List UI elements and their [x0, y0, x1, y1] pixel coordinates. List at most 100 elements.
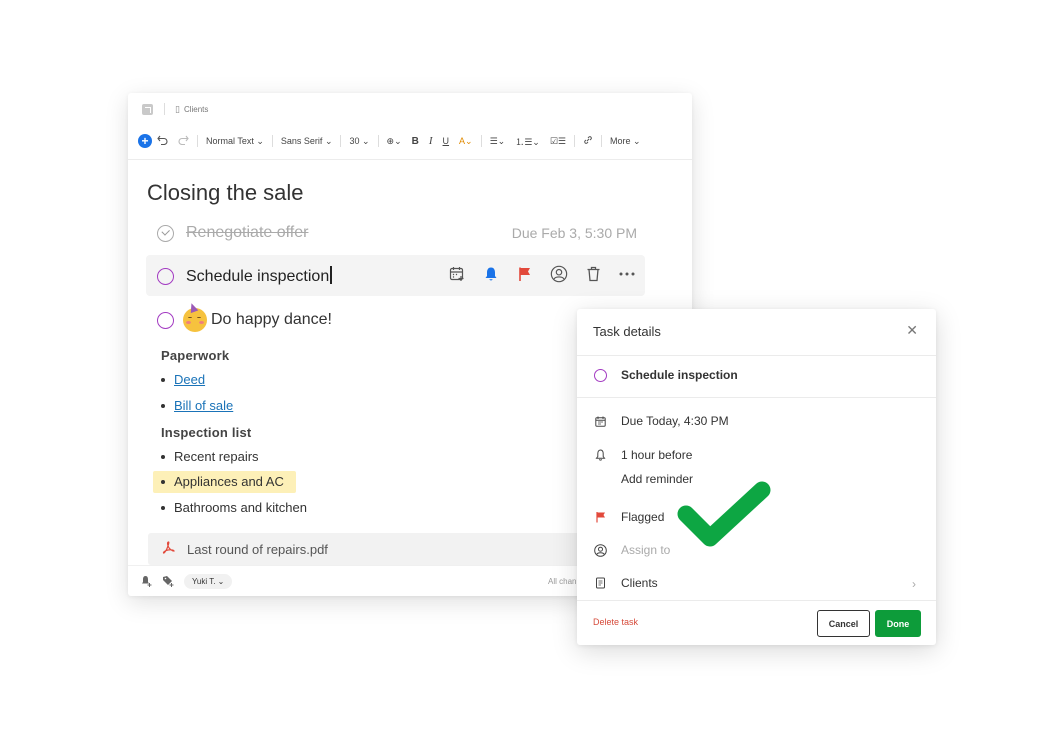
due-date-row[interactable]: Due Today, 4:30 PM — [593, 414, 729, 428]
font-family-dropdown[interactable]: Sans Serif ⌄ — [281, 136, 333, 147]
section-heading-paperwork: Paperwork — [161, 348, 230, 363]
reminder-row[interactable]: 1 hour before — [593, 448, 692, 462]
task-name-row[interactable]: Schedule inspection — [593, 368, 738, 382]
font-size-label: 30 — [349, 135, 360, 146]
expand-icon[interactable] — [142, 103, 153, 115]
task-item[interactable]: Do happy dance! — [157, 308, 332, 332]
bell-icon[interactable] — [482, 265, 500, 283]
insert-circle-icon[interactable]: ⊕⌄ — [387, 136, 402, 147]
bell-icon — [593, 448, 607, 462]
list-item-text: Bathrooms and kitchen — [174, 500, 307, 515]
insert-plus-icon[interactable]: + — [138, 134, 152, 148]
task-label: Schedule inspection — [186, 268, 330, 285]
list-item: Deed — [161, 372, 205, 387]
delete-task-button[interactable]: Delete task — [593, 617, 638, 627]
list-item-highlighted: Appliances and AC — [161, 474, 284, 489]
task-label: Renegotiate offer — [186, 224, 309, 241]
task-checkbox[interactable] — [157, 267, 174, 285]
assign-user-icon[interactable] — [550, 265, 568, 283]
emoji-eye — [197, 317, 201, 319]
chevron-right-icon[interactable]: › — [912, 577, 916, 591]
notebook-icon: ▯ — [175, 103, 180, 114]
task-actions — [448, 265, 636, 283]
list-item: Bathrooms and kitchen — [161, 500, 307, 515]
note-title[interactable]: Closing the sale — [147, 180, 304, 206]
highlight-icon[interactable]: A⌄ — [459, 136, 473, 147]
close-icon[interactable]: ✕ — [906, 322, 918, 339]
more-dropdown[interactable]: More ⌄ — [610, 136, 641, 147]
bullet-dot — [161, 377, 165, 382]
task-label: Do happy dance! — [211, 311, 332, 328]
emoji-cheek — [186, 321, 191, 324]
party-face-emoji-icon — [183, 308, 207, 332]
link-deed[interactable]: Deed — [174, 372, 205, 387]
divider — [377, 135, 379, 147]
completed-check-icon[interactable] — [157, 224, 174, 242]
panel-title: Task details — [593, 324, 661, 339]
text-style-dropdown[interactable]: Normal Text ⌄ — [206, 136, 264, 147]
circle-icon — [593, 368, 607, 382]
user-circle-icon — [593, 543, 607, 557]
divider — [577, 397, 936, 398]
divider — [480, 135, 482, 147]
flag-text: Flagged — [621, 510, 665, 524]
link-bill-of-sale[interactable]: Bill of sale — [174, 398, 233, 413]
bullet-dot — [161, 505, 165, 510]
toolbar-divider — [128, 159, 692, 160]
breadcrumb-notebook[interactable]: Clients — [184, 105, 208, 114]
bullet-list-icon[interactable]: ☰⌄ — [490, 136, 506, 147]
due-date-text: Due Today, 4:30 PM — [621, 414, 729, 428]
done-button[interactable]: Done — [875, 610, 921, 637]
section-heading-inspection: Inspection list — [161, 425, 252, 440]
calendar-add-icon[interactable] — [448, 265, 466, 283]
user-name: Yuki T. — [192, 576, 216, 586]
editor-topbar: ▯ Clients — [128, 93, 692, 125]
redo-icon[interactable] — [178, 135, 189, 147]
divider — [573, 135, 575, 147]
task-checkbox[interactable] — [157, 311, 174, 329]
link-icon[interactable] — [583, 135, 593, 147]
emoji-cheek — [199, 321, 204, 324]
bold-button[interactable]: B — [412, 136, 419, 147]
text-cursor — [330, 266, 332, 284]
tag-add-icon[interactable] — [162, 575, 174, 587]
task-due-date: Due Feb 3, 5:30 PM — [511, 225, 637, 241]
trash-icon[interactable] — [584, 265, 602, 283]
undo-icon[interactable] — [157, 135, 168, 147]
task-name: Schedule inspection — [621, 368, 738, 382]
attachment-name: Last round of repairs.pdf — [187, 541, 328, 557]
reminder-text: 1 hour before — [621, 448, 693, 462]
underline-button[interactable]: U — [443, 136, 450, 146]
task-item-active[interactable]: Schedule inspection — [157, 266, 332, 286]
calendar-icon — [593, 414, 607, 428]
divider — [577, 600, 936, 601]
reminder-add-icon[interactable] — [140, 575, 152, 587]
list-item: Bill of sale — [161, 398, 233, 413]
flag-row[interactable]: Flagged — [593, 510, 664, 524]
checklist-icon[interactable]: ☑☰ — [550, 136, 566, 147]
bullet-dot — [161, 403, 165, 408]
divider — [164, 103, 165, 115]
list-item: Recent repairs — [161, 449, 259, 464]
list-item-text: Appliances and AC — [174, 474, 284, 489]
user-chip[interactable]: Yuki T. ⌄ — [184, 573, 233, 589]
more-options-icon[interactable] — [618, 265, 636, 283]
more-label: More — [609, 135, 631, 146]
italic-button[interactable]: I — [429, 135, 433, 147]
notebook-row[interactable]: Clients — [593, 576, 658, 590]
checkmark-icon — [677, 481, 771, 547]
flag-icon — [593, 510, 607, 524]
notebook-icon — [593, 576, 607, 590]
notebook-name: Clients — [621, 576, 658, 590]
save-status: All chan — [548, 576, 577, 586]
divider — [271, 135, 273, 147]
font-size-dropdown[interactable]: 30 ⌄ — [349, 136, 369, 147]
pdf-icon — [162, 541, 175, 557]
flag-icon[interactable] — [516, 265, 534, 283]
cancel-button[interactable]: Cancel — [817, 610, 870, 637]
task-item-completed[interactable]: Renegotiate offer Due Feb 3, 5:30 PM — [157, 224, 637, 242]
numbered-list-icon[interactable]: ⒈☰⌄ — [515, 135, 540, 148]
assign-row[interactable]: Assign to — [593, 543, 670, 557]
task-checkbox[interactable] — [593, 368, 607, 382]
font-family-label: Sans Serif — [280, 135, 323, 146]
